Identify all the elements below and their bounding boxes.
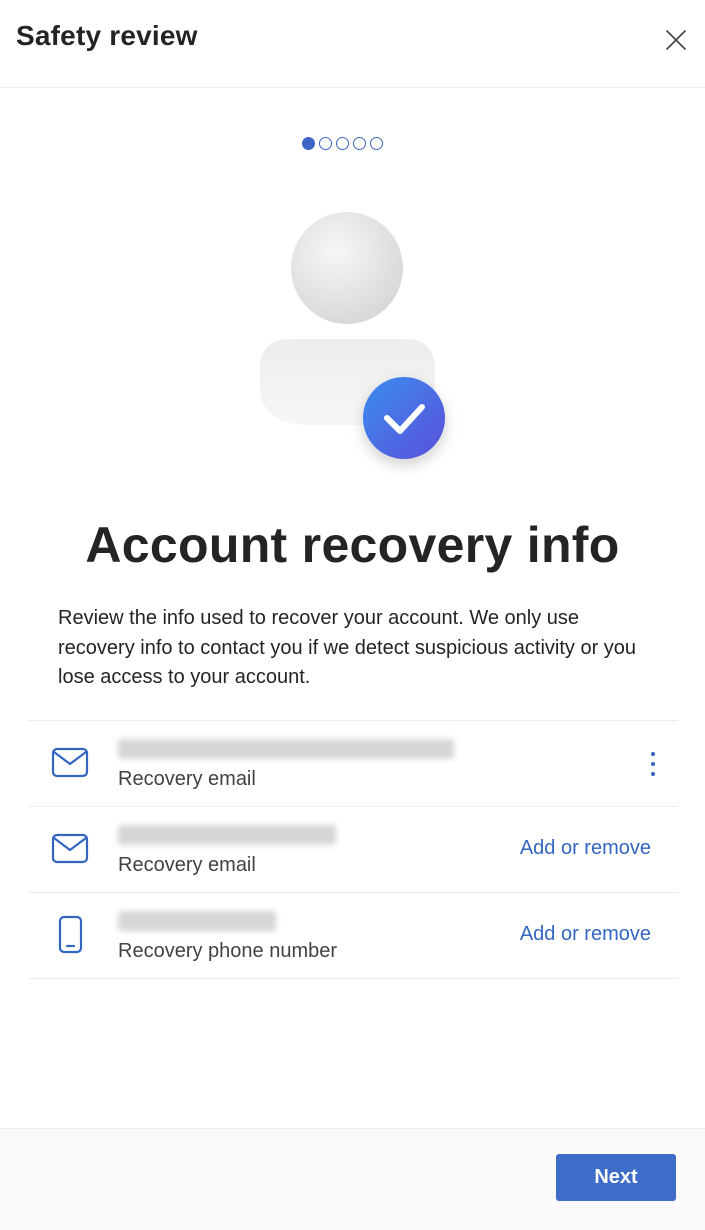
page-description: Review the info used to recover your acc… [58,607,637,688]
next-button[interactable]: Next [556,1154,676,1201]
recovery-item-label: Recovery email [118,768,256,790]
recovery-item-label: Recovery phone number [118,940,338,962]
avatar-head [291,212,403,324]
step-dot-4 [353,137,366,150]
add-or-remove-link[interactable]: Add or remove [520,923,651,946]
phone-icon [58,915,83,954]
step-dot-1 [302,137,315,150]
close-icon [666,30,686,50]
panel-header: Safety review [0,0,705,88]
more-options-button[interactable] [643,749,663,779]
list-item: Recovery phone number Add or remove [28,893,678,979]
recovery-phone-value-blurred [118,911,276,931]
add-or-remove-link[interactable]: Add or remove [520,837,651,860]
close-button[interactable] [660,24,692,56]
recovery-item-label: Recovery email [118,854,256,876]
step-dot-3 [336,137,349,150]
mail-icon [51,833,89,864]
panel-footer: Next [0,1128,705,1230]
step-dot-5 [370,137,383,150]
list-item: Recovery email Add or remove [28,807,678,893]
page-heading: Account recovery info [85,517,620,573]
more-vertical-icon [651,752,655,776]
recovery-email-value-blurred [118,739,454,759]
list-item: Recovery email [28,721,678,807]
checkmark-icon [363,377,445,459]
person-with-checkmark-illustration [260,212,445,459]
step-dot-2 [319,137,332,150]
recovery-email-value-blurred [118,825,336,845]
step-indicator [302,137,383,150]
panel-title: Safety review [16,20,198,51]
recovery-info-list: Recovery email Recovery email Add or rem… [28,720,678,979]
mail-icon [51,747,89,778]
